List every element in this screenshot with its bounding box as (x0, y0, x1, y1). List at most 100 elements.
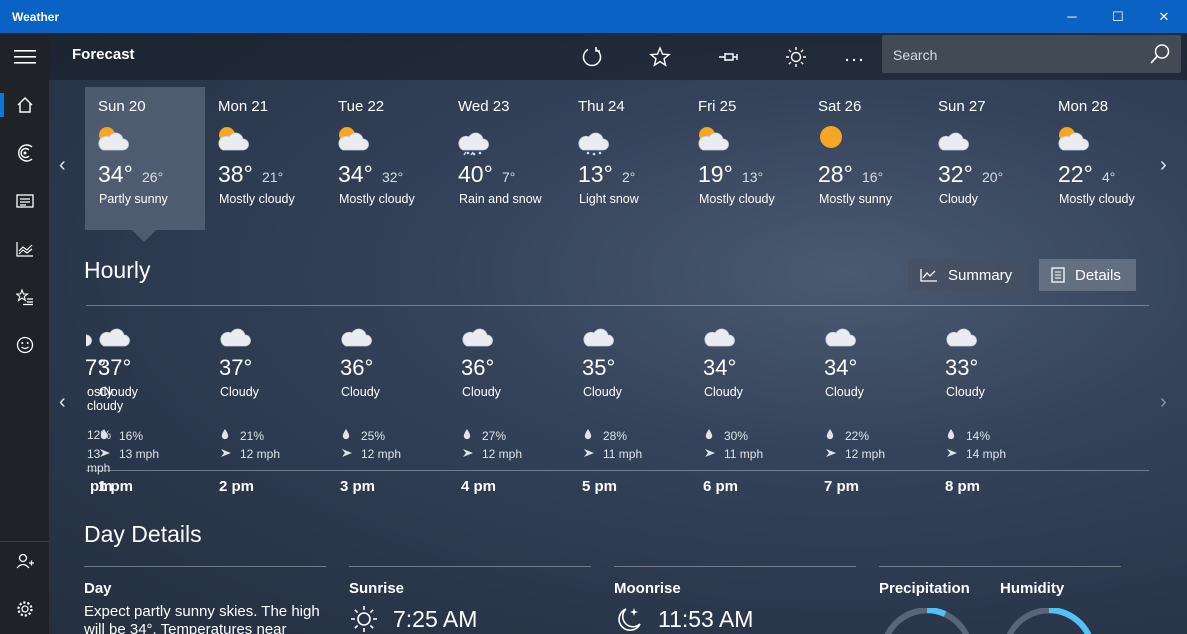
hour-condition: Cloudy (462, 385, 501, 399)
raindrop-icon (583, 428, 597, 443)
hour-wind: 11 mph (724, 447, 764, 461)
precipitation-label: Precipitation (879, 580, 970, 597)
hour-temp: 34° (703, 355, 737, 380)
wind-direction-icon (704, 447, 718, 461)
minimize-button[interactable]: ─ (1049, 0, 1095, 33)
sidebar (0, 33, 49, 634)
hamburger-menu-icon[interactable] (0, 37, 49, 77)
precip-humidity-block: Precipitation Humidity (879, 566, 1121, 634)
cloudy-icon (823, 321, 857, 358)
hour-temp: 37° (98, 355, 132, 380)
day-card-0[interactable]: Sun 20 34° 26° Partly sunny (85, 87, 205, 230)
hour-precip: 25% (361, 428, 386, 443)
day-condition: Mostly sunny (819, 192, 892, 206)
day-text: Expect partly sunny skies. The high will… (84, 603, 320, 634)
hours-prev-arrow[interactable]: ‹ (59, 391, 66, 414)
refresh-icon[interactable] (580, 45, 604, 69)
day-low: 13° (742, 169, 764, 185)
close-button[interactable]: ✕ (1141, 0, 1187, 33)
raindrop-icon (704, 428, 718, 443)
day-low: 16° (862, 169, 884, 185)
day-card-5[interactable]: Fri 25 19° 13° Mostly cloudy (685, 87, 805, 230)
news-icon[interactable] (0, 181, 49, 221)
day-name: Sun 27 (938, 98, 986, 115)
day-high: 34° (338, 161, 373, 187)
maps-radar-icon[interactable] (0, 133, 49, 173)
day-condition: Partly sunny (99, 192, 168, 206)
raindrop-icon (220, 428, 234, 443)
hours-next-arrow[interactable]: › (1160, 391, 1167, 414)
add-account-icon[interactable] (0, 541, 49, 581)
day-high: 13° (578, 161, 613, 187)
hour-time: 1 pm (98, 478, 134, 495)
day-name: Sun 20 (98, 98, 146, 115)
details-button[interactable]: Details (1039, 259, 1136, 291)
hour-column-7: 34° Cloudy 22% 12 mph 7 pm (817, 315, 938, 505)
raindrop-icon (341, 428, 355, 443)
search-input[interactable]: Search (882, 35, 1181, 73)
day-summary-block: Day Expect partly sunny skies. The high … (84, 566, 326, 634)
top-app-bar: Forecast Search (49, 33, 1187, 80)
day-condition: Mostly cloudy (699, 192, 775, 206)
day-card-6[interactable]: Sat 26 28° 16° Mostly sunny (805, 87, 925, 230)
day-condition: Cloudy (939, 192, 978, 206)
hour-time: 3 pm (340, 478, 376, 495)
day-high: 34° (98, 161, 133, 187)
pin-icon[interactable] (716, 45, 740, 69)
summary-button[interactable]: Summary (908, 259, 1023, 291)
day-name: Fri 25 (698, 98, 737, 115)
page-title: Forecast (72, 46, 135, 63)
hour-condition: Cloudy (704, 385, 743, 399)
favorite-star-icon[interactable] (648, 45, 672, 69)
search-icon[interactable] (1149, 43, 1171, 70)
hour-time: 2 pm (219, 478, 255, 495)
hourly-title: Hourly (84, 257, 151, 283)
hour-time: 7 pm (824, 478, 860, 495)
hour-column-8: 33° Cloudy 14% 14 mph 8 pm (938, 315, 1059, 505)
home-icon[interactable] (0, 85, 49, 125)
hour-condition: Cloudy (220, 385, 259, 399)
day-high: 32° (938, 161, 973, 187)
day-condition: Mostly cloudy (339, 192, 415, 206)
hour-precip: 22% (845, 428, 870, 443)
cloudy-icon (581, 321, 615, 358)
hour-column-4: 36° Cloudy 27% 12 mph 4 pm (454, 315, 575, 505)
maximize-button[interactable]: ☐ (1095, 0, 1141, 33)
day-card-2[interactable]: Tue 22 34° 32° Mostly cloudy (325, 87, 445, 230)
day-card-3[interactable]: Wed 23 40° 7° Rain and snow (445, 87, 565, 230)
life-smiley-icon[interactable] (0, 325, 49, 365)
day-low: 26° (142, 169, 164, 185)
day-card-4[interactable]: Thu 24 13° 2° Light snow (565, 87, 685, 230)
day-name: Sat 26 (818, 98, 862, 115)
cloudy-icon (702, 321, 736, 358)
mostly-cloudy-icon (336, 125, 370, 162)
day-card-1[interactable]: Mon 21 38° 21° Mostly cloudy (205, 87, 325, 230)
hour-column-1: 37° Cloudy 16% 13 mph 1 pm (91, 315, 212, 505)
day-card-8[interactable]: Mon 28 22° 4° Mostly cloudy (1045, 87, 1165, 230)
partly-sunny-icon (96, 125, 130, 162)
day-low: 2° (622, 169, 636, 185)
cloudy-icon (218, 321, 252, 358)
details-label: Details (1075, 266, 1121, 284)
hour-condition: Cloudy (825, 385, 864, 399)
day-card-7[interactable]: Sun 27 32° 20° Cloudy (925, 87, 1045, 230)
wind-direction-icon (341, 447, 355, 461)
mostly-cloudy-icon (696, 125, 730, 162)
hour-precip: 16% (119, 428, 144, 443)
brightness-sun-icon[interactable] (784, 45, 808, 69)
raindrop-icon (946, 428, 960, 443)
raindrop-icon (825, 428, 839, 443)
moonrise-rule (614, 566, 856, 567)
hour-precip: 27% (482, 428, 507, 443)
cloudy-icon (944, 321, 978, 358)
settings-gear-icon[interactable] (0, 589, 49, 629)
sunrise-value: 7:25 AM (393, 606, 478, 632)
hour-wind: 14 mph (966, 447, 1007, 461)
more-options-icon[interactable] (842, 45, 866, 69)
days-prev-arrow[interactable]: ‹ (59, 154, 66, 177)
day-name: Thu 24 (578, 98, 625, 115)
favorites-list-icon[interactable] (0, 277, 49, 317)
historical-chart-icon[interactable] (0, 229, 49, 269)
hour-temp: 36° (461, 355, 495, 380)
day-rule (84, 566, 326, 567)
